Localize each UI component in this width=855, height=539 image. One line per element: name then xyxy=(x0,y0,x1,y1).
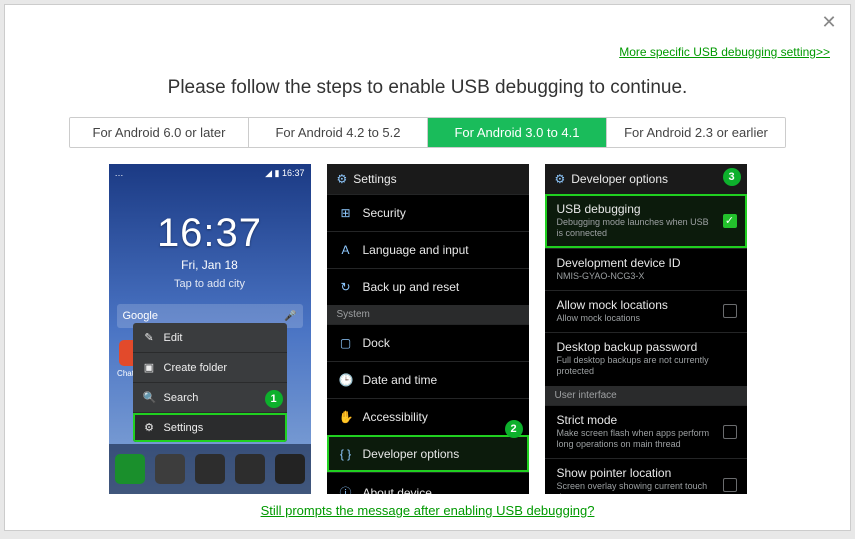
menu-item-search[interactable]: 🔍 Search xyxy=(133,383,287,413)
dev-option-strict-mode[interactable]: Strict modeMake screen flash when apps p… xyxy=(545,405,747,459)
settings-item-developer-options[interactable]: { } Developer options xyxy=(327,435,529,472)
settings-header: ⚙ Settings xyxy=(327,164,529,194)
dev-option-desktop-backup-password[interactable]: Desktop backup passwordFull desktop back… xyxy=(545,332,747,386)
settings-item-label: About device xyxy=(363,486,432,495)
settings-item-label: Date and time xyxy=(363,373,438,387)
settings-item-icon: ↻ xyxy=(339,280,353,294)
dev-option-allow-mock-locations[interactable]: Allow mock locationsAllow mock locations xyxy=(545,290,747,332)
settings-item-icon: ⊞ xyxy=(339,206,353,220)
step-badge-1: 1 xyxy=(265,390,283,408)
status-left: … xyxy=(115,168,124,179)
option-subtitle: Debugging mode launches when USB is conn… xyxy=(557,217,735,240)
dialog-root: ✕ More specific USB debugging setting>> … xyxy=(4,4,851,531)
google-label: Google xyxy=(123,310,158,322)
settings-item-icon: A xyxy=(339,243,353,257)
context-menu: ✎ Edit ▣ Create folder 🔍 Search ⚙ Settings xyxy=(133,323,287,442)
option-subtitle: Screen overlay showing current touch dat… xyxy=(557,481,735,494)
section-header: User interface xyxy=(545,386,747,405)
create folder-icon: ▣ xyxy=(143,361,156,374)
tab-0[interactable]: For Android 6.0 or later xyxy=(70,118,249,147)
tab-1[interactable]: For Android 4.2 to 5.2 xyxy=(249,118,428,147)
menu-item-create-folder[interactable]: ▣ Create folder xyxy=(133,353,287,383)
status-right: ◢ ▮ 16:37 xyxy=(265,168,304,179)
settings-item-icon: { } xyxy=(339,447,353,461)
menu-item-settings[interactable]: ⚙ Settings xyxy=(133,413,287,442)
menu-item-label: Settings xyxy=(164,422,204,434)
mic-icon: 🎤 xyxy=(284,311,296,322)
menu-item-label: Create folder xyxy=(164,362,228,374)
phone-screen-1: … ◢ ▮ 16:37 16:37 Fri, Jan 18 Tap to add… xyxy=(109,164,311,494)
tab-2[interactable]: For Android 3.0 to 4.1 xyxy=(428,118,607,147)
settings-item-icon: ✋ xyxy=(339,410,353,424)
settings-item-label: Developer options xyxy=(363,447,460,461)
settings-item-icon: ⓘ xyxy=(339,484,353,494)
search-icon: 🔍 xyxy=(143,391,156,404)
settings-item-accessibility[interactable]: ✋ Accessibility xyxy=(327,398,529,435)
more-settings-link[interactable]: More specific USB debugging setting>> xyxy=(619,45,830,59)
checkbox[interactable] xyxy=(723,478,737,492)
dev-option-development-device-id[interactable]: Development device IDNMIS-GYAO-NCG3-X xyxy=(545,248,747,290)
settings-item-back-up-and-reset[interactable]: ↻ Back up and reset xyxy=(327,268,529,305)
dock xyxy=(109,444,311,494)
instruction-screenshots: … ◢ ▮ 16:37 16:37 Fri, Jan 18 Tap to add… xyxy=(5,164,850,494)
close-button[interactable]: ✕ xyxy=(820,13,838,31)
gear-icon: ⚙ xyxy=(337,172,348,186)
menu-item-edit[interactable]: ✎ Edit xyxy=(133,323,287,353)
checkbox[interactable] xyxy=(723,304,737,318)
settings-item-about-device[interactable]: ⓘ About device xyxy=(327,472,529,494)
settings-item-icon: 🕒 xyxy=(339,373,353,387)
settings-item-dock[interactable]: ▢ Dock xyxy=(327,324,529,361)
option-title: USB debugging xyxy=(557,202,735,216)
step-badge-2: 2 xyxy=(505,420,523,438)
checkbox[interactable] xyxy=(723,425,737,439)
still-prompts-link[interactable]: Still prompts the message after enabling… xyxy=(261,503,595,518)
settings-item-icon: ▢ xyxy=(339,336,353,350)
option-subtitle: Make screen flash when apps perform long… xyxy=(557,428,735,451)
settings-item-label: Back up and reset xyxy=(363,280,460,294)
option-subtitle: NMIS-GYAO-NCG3-X xyxy=(557,271,735,282)
settings-item-language-and-input[interactable]: A Language and input xyxy=(327,231,529,268)
clock-time: 16:37 xyxy=(109,211,311,256)
menu-item-label: Edit xyxy=(164,332,183,344)
step-badge-3: 3 xyxy=(723,168,741,186)
settings-item-label: Language and input xyxy=(363,243,469,257)
tab-3[interactable]: For Android 2.3 or earlier xyxy=(607,118,785,147)
footer: Still prompts the message after enabling… xyxy=(5,502,850,520)
dock-icon[interactable] xyxy=(275,454,305,484)
option-subtitle: Allow mock locations xyxy=(557,313,735,324)
dev-option-usb-debugging[interactable]: USB debuggingDebugging mode launches whe… xyxy=(545,194,747,248)
dock-icon[interactable] xyxy=(195,454,225,484)
settings-item-label: Accessibility xyxy=(363,410,428,424)
phone-screen-3: ⚙ Developer options 3 USB debuggingDebug… xyxy=(545,164,747,494)
section-header: System xyxy=(327,305,529,324)
edit-icon: ✎ xyxy=(143,331,156,344)
option-title: Development device ID xyxy=(557,256,735,270)
android-version-tabs: For Android 6.0 or laterFor Android 4.2 … xyxy=(69,117,786,148)
settings-icon: ⚙ xyxy=(143,421,156,434)
option-title: Show pointer location xyxy=(557,466,735,480)
option-subtitle: Full desktop backups are not currently p… xyxy=(557,355,735,378)
dock-icon[interactable] xyxy=(235,454,265,484)
dev-option-show-pointer-location[interactable]: Show pointer locationScreen overlay show… xyxy=(545,458,747,494)
dock-icon[interactable] xyxy=(115,454,145,484)
menu-item-label: Search xyxy=(164,392,199,404)
gear-icon: ⚙ xyxy=(555,172,566,186)
checkbox[interactable]: ✓ xyxy=(723,214,737,228)
dev-options-header: ⚙ Developer options 3 xyxy=(545,164,747,194)
clock-date: Fri, Jan 18 xyxy=(109,258,311,272)
settings-item-label: Security xyxy=(363,206,406,220)
clock-hint: Tap to add city xyxy=(109,278,311,290)
settings-item-label: Dock xyxy=(363,336,390,350)
dock-icon[interactable] xyxy=(155,454,185,484)
option-title: Strict mode xyxy=(557,413,735,427)
dev-options-title: Developer options xyxy=(571,172,668,186)
phone-screen-2: ⚙ Settings ⊞ Security A Language and input ↻… xyxy=(327,164,529,494)
settings-title: Settings xyxy=(353,172,396,186)
option-title: Allow mock locations xyxy=(557,298,735,312)
settings-item-date-and-time[interactable]: 🕒 Date and time xyxy=(327,361,529,398)
settings-item-security[interactable]: ⊞ Security xyxy=(327,194,529,231)
option-title: Desktop backup password xyxy=(557,340,735,354)
